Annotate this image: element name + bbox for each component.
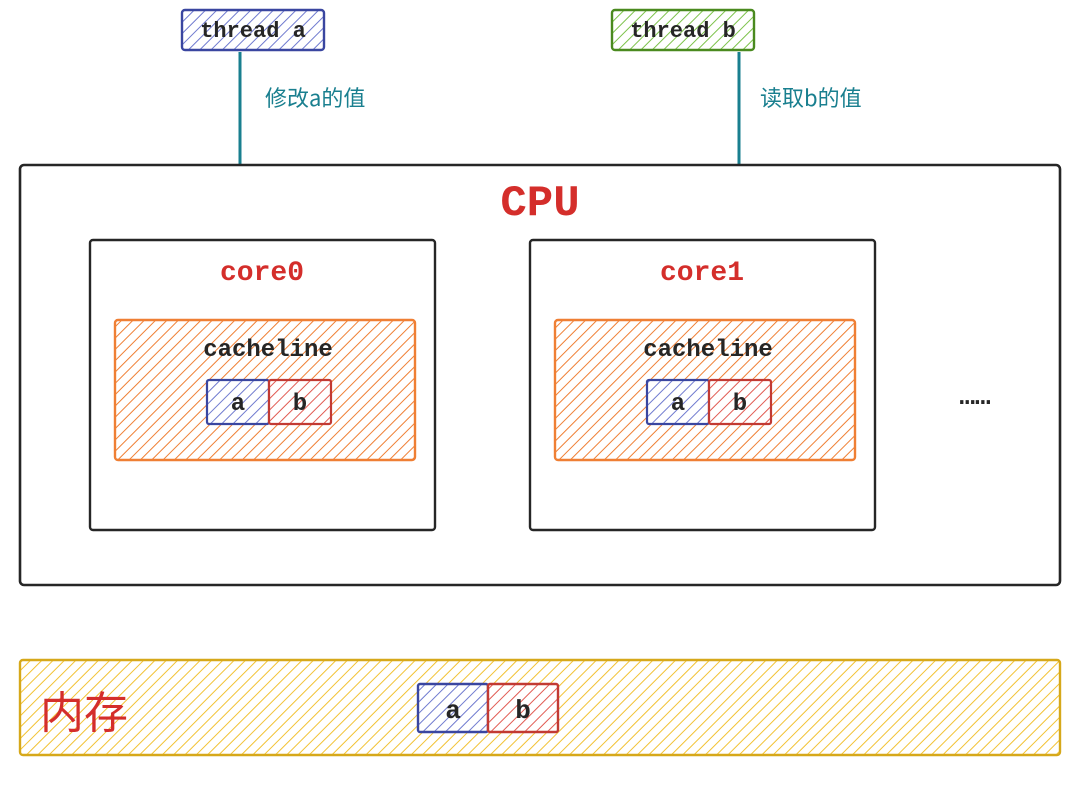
core0-cell-a: a	[207, 380, 269, 424]
core1-box: core1 cacheline a b	[530, 240, 875, 530]
core1-cacheline-label: cacheline	[643, 337, 773, 364]
svg-text:a: a	[671, 391, 685, 418]
svg-text:a: a	[231, 391, 245, 418]
core1-label: core1	[660, 258, 744, 289]
core1-cell-a: a	[647, 380, 709, 424]
thread-b-box: thread b	[612, 10, 754, 50]
svg-text:b: b	[733, 391, 747, 418]
core0-cacheline-label: cacheline	[203, 337, 333, 364]
svg-text:b: b	[515, 696, 531, 726]
memory-label: 内存	[40, 677, 128, 741]
core1-cacheline: cacheline a b	[555, 320, 855, 460]
core0-cell-b: b	[269, 380, 331, 424]
thread-b-label: thread b	[630, 19, 736, 44]
memory-box: 内存 a b	[20, 660, 1060, 755]
arrow-a-label: 修改a的值	[265, 81, 365, 113]
svg-text:b: b	[293, 391, 307, 418]
svg-text:a: a	[445, 696, 461, 726]
thread-a-box: thread a	[182, 10, 324, 50]
cpu-box: CPU core0 cacheline a b	[20, 165, 1060, 585]
cpu-title: CPU	[500, 179, 579, 229]
core0-box: core0 cacheline a b	[90, 240, 435, 530]
cpu-ellipsis: ……	[959, 382, 990, 412]
arrow-b-label: 读取b的值	[760, 81, 862, 113]
core0-label: core0	[220, 258, 304, 289]
core1-cell-b: b	[709, 380, 771, 424]
memory-cell-a: a	[418, 684, 488, 732]
thread-a-label: thread a	[200, 19, 306, 44]
memory-cell-b: b	[488, 684, 558, 732]
core0-cacheline: cacheline a b	[115, 320, 415, 460]
